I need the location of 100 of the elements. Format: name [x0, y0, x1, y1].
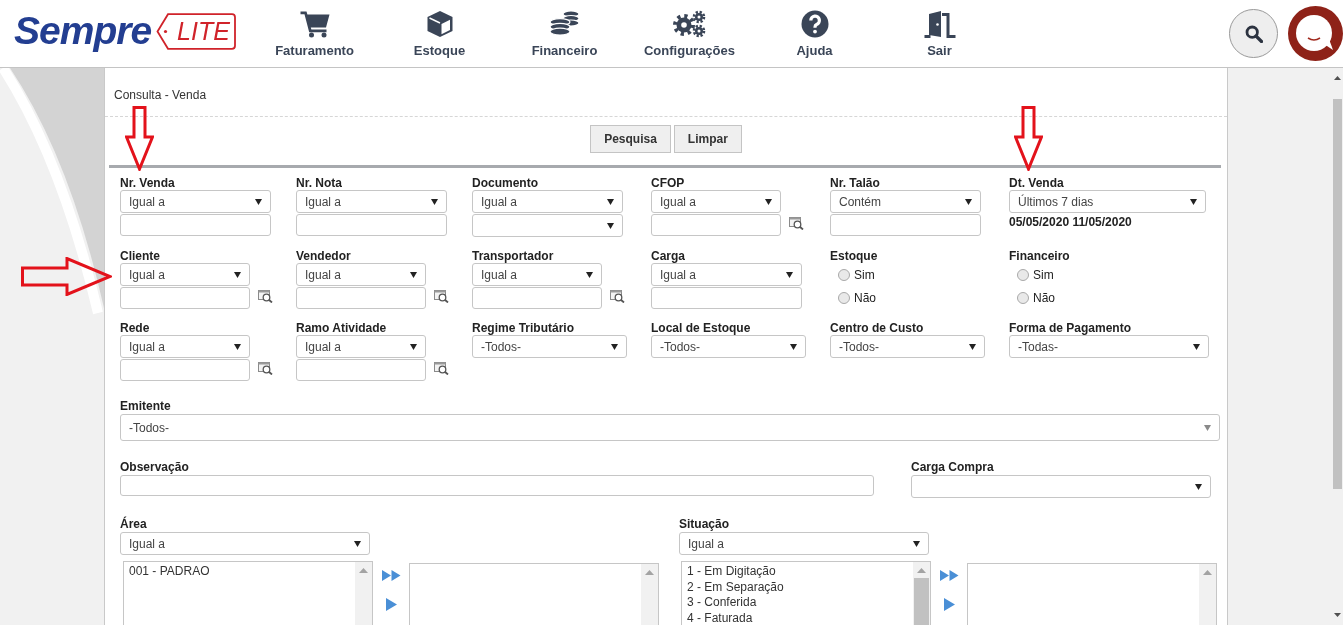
nav-link[interactable]: Estoque: [377, 0, 502, 59]
double-triangle-icon[interactable]: [939, 570, 959, 581]
nav-link[interactable]: Sair: [877, 0, 1002, 59]
scrollbar-thumb[interactable]: [1333, 99, 1342, 489]
select-field[interactable]: Igual a: [120, 335, 250, 358]
select-field[interactable]: Igual a: [120, 263, 250, 286]
select-field[interactable]: Igual a: [679, 532, 929, 555]
caret-down-icon: [1190, 198, 1197, 205]
select-field[interactable]: -Todos-: [472, 335, 627, 358]
text-field[interactable]: [120, 475, 874, 496]
select-field[interactable]: Igual a: [296, 190, 447, 213]
field-label: Nr. Nota: [296, 176, 343, 190]
field-label: Local de Estoque: [651, 321, 752, 335]
list-box[interactable]: [967, 563, 1217, 625]
list-option[interactable]: 001 - PADRAO: [129, 564, 210, 580]
list-box[interactable]: 1 - Em Digitação 2 - Em Separação 3 - Conferida 4 - Faturada: [681, 561, 931, 625]
cube-icon: [425, 10, 454, 38]
select-field[interactable]: -Todos-: [830, 335, 985, 358]
text-field[interactable]: [120, 359, 250, 381]
nav-link[interactable]: Configurações: [627, 0, 752, 59]
field-label: Nr. Venda: [120, 176, 176, 190]
caret-down-icon: [765, 198, 772, 205]
search-button[interactable]: [1229, 9, 1278, 58]
search-icon: [1244, 24, 1263, 43]
field-label: Nr. Talão: [830, 176, 881, 190]
search-icon[interactable]: [789, 217, 804, 230]
search-icon[interactable]: [610, 290, 625, 303]
field-label: Situação: [679, 517, 730, 531]
list-option[interactable]: 2 - Em Separação: [687, 579, 784, 595]
select-field[interactable]: [911, 475, 1211, 498]
text-field[interactable]: [296, 214, 447, 236]
caret-down-icon: [790, 343, 797, 350]
radio-button[interactable]: [1017, 269, 1029, 281]
select-field[interactable]: -Todos-: [651, 335, 806, 358]
text-field[interactable]: [651, 287, 802, 309]
nav-link[interactable]: Faturamento: [252, 0, 377, 59]
down-arrow-icon: [1014, 106, 1043, 171]
select-field[interactable]: Igual a: [120, 190, 271, 213]
text-field[interactable]: [120, 214, 271, 236]
list-option[interactable]: 3 - Conferida: [687, 595, 757, 611]
caret-down-icon: [1193, 343, 1200, 350]
field-label: Área: [120, 517, 148, 531]
caret-down-icon: [969, 343, 976, 350]
text-field[interactable]: [120, 287, 250, 309]
select-field[interactable]: Igual a: [296, 335, 426, 358]
select-field[interactable]: Igual a: [651, 190, 781, 213]
caret-down-icon: [786, 271, 793, 278]
list-box[interactable]: 001 - PADRAO: [123, 561, 373, 625]
select-field[interactable]: -Todos-: [120, 414, 1220, 441]
text-field[interactable]: [651, 214, 781, 236]
door-icon: [923, 10, 956, 38]
search-icon[interactable]: [434, 290, 449, 303]
text-field[interactable]: [830, 214, 981, 236]
action-button[interactable]: Pesquisa: [590, 125, 671, 153]
field-label: Dt. Venda: [1009, 176, 1065, 190]
page-title: Consulta - Venda: [113, 87, 208, 103]
radio-button[interactable]: [838, 269, 850, 281]
caret-down-icon: [1204, 424, 1211, 431]
select-field[interactable]: -Todas-: [1009, 335, 1209, 358]
nav-link[interactable]: Ajuda: [752, 0, 877, 59]
field-label: Estoque: [830, 249, 879, 263]
triangle-icon[interactable]: [943, 598, 955, 611]
action-button[interactable]: Limpar: [673, 125, 742, 153]
select-field[interactable]: Últimos 7 dias: [1009, 190, 1206, 213]
text-field[interactable]: [296, 359, 426, 381]
select-field[interactable]: Igual a: [472, 190, 623, 213]
caret-down-icon: [410, 343, 417, 350]
select-field[interactable]: Igual a: [472, 263, 602, 286]
caret-up-icon[interactable]: [1334, 76, 1341, 80]
text-field[interactable]: [296, 287, 426, 309]
select-field[interactable]: [472, 214, 623, 237]
field-label: Centro de Custo: [830, 321, 925, 335]
double-triangle-icon[interactable]: [381, 570, 401, 581]
nav-link[interactable]: Financeiro: [502, 0, 627, 59]
text-field[interactable]: [472, 287, 602, 309]
radio-button[interactable]: [1017, 292, 1029, 304]
list-option[interactable]: 1 - Em Digitação: [687, 564, 776, 580]
select-field[interactable]: Igual a: [120, 532, 370, 555]
caret-down-icon: [607, 198, 614, 205]
select-field[interactable]: Contém: [830, 190, 981, 213]
select-field[interactable]: Igual a: [651, 263, 802, 286]
field-label: Vendedor: [296, 249, 352, 263]
gears-icon: [672, 10, 707, 38]
search-icon[interactable]: [258, 290, 273, 303]
coins-icon: [548, 10, 581, 38]
speech-bubble-icon[interactable]: [1288, 6, 1343, 61]
caret-down-icon: [234, 343, 241, 350]
list-option[interactable]: 4 - Faturada: [687, 610, 753, 625]
caret-down-icon: [913, 540, 920, 547]
caret-down-icon[interactable]: [1334, 613, 1341, 617]
field-label: Emitente: [120, 399, 172, 413]
search-icon[interactable]: [258, 362, 273, 375]
select-field[interactable]: Igual a: [296, 263, 426, 286]
list-box[interactable]: [409, 563, 659, 625]
down-arrow-icon: [125, 106, 154, 171]
radio-label: Sim: [1033, 268, 1054, 282]
scrollbar-thumb[interactable]: [914, 578, 929, 625]
search-icon[interactable]: [434, 362, 449, 375]
radio-button[interactable]: [838, 292, 850, 304]
triangle-icon[interactable]: [385, 598, 397, 611]
